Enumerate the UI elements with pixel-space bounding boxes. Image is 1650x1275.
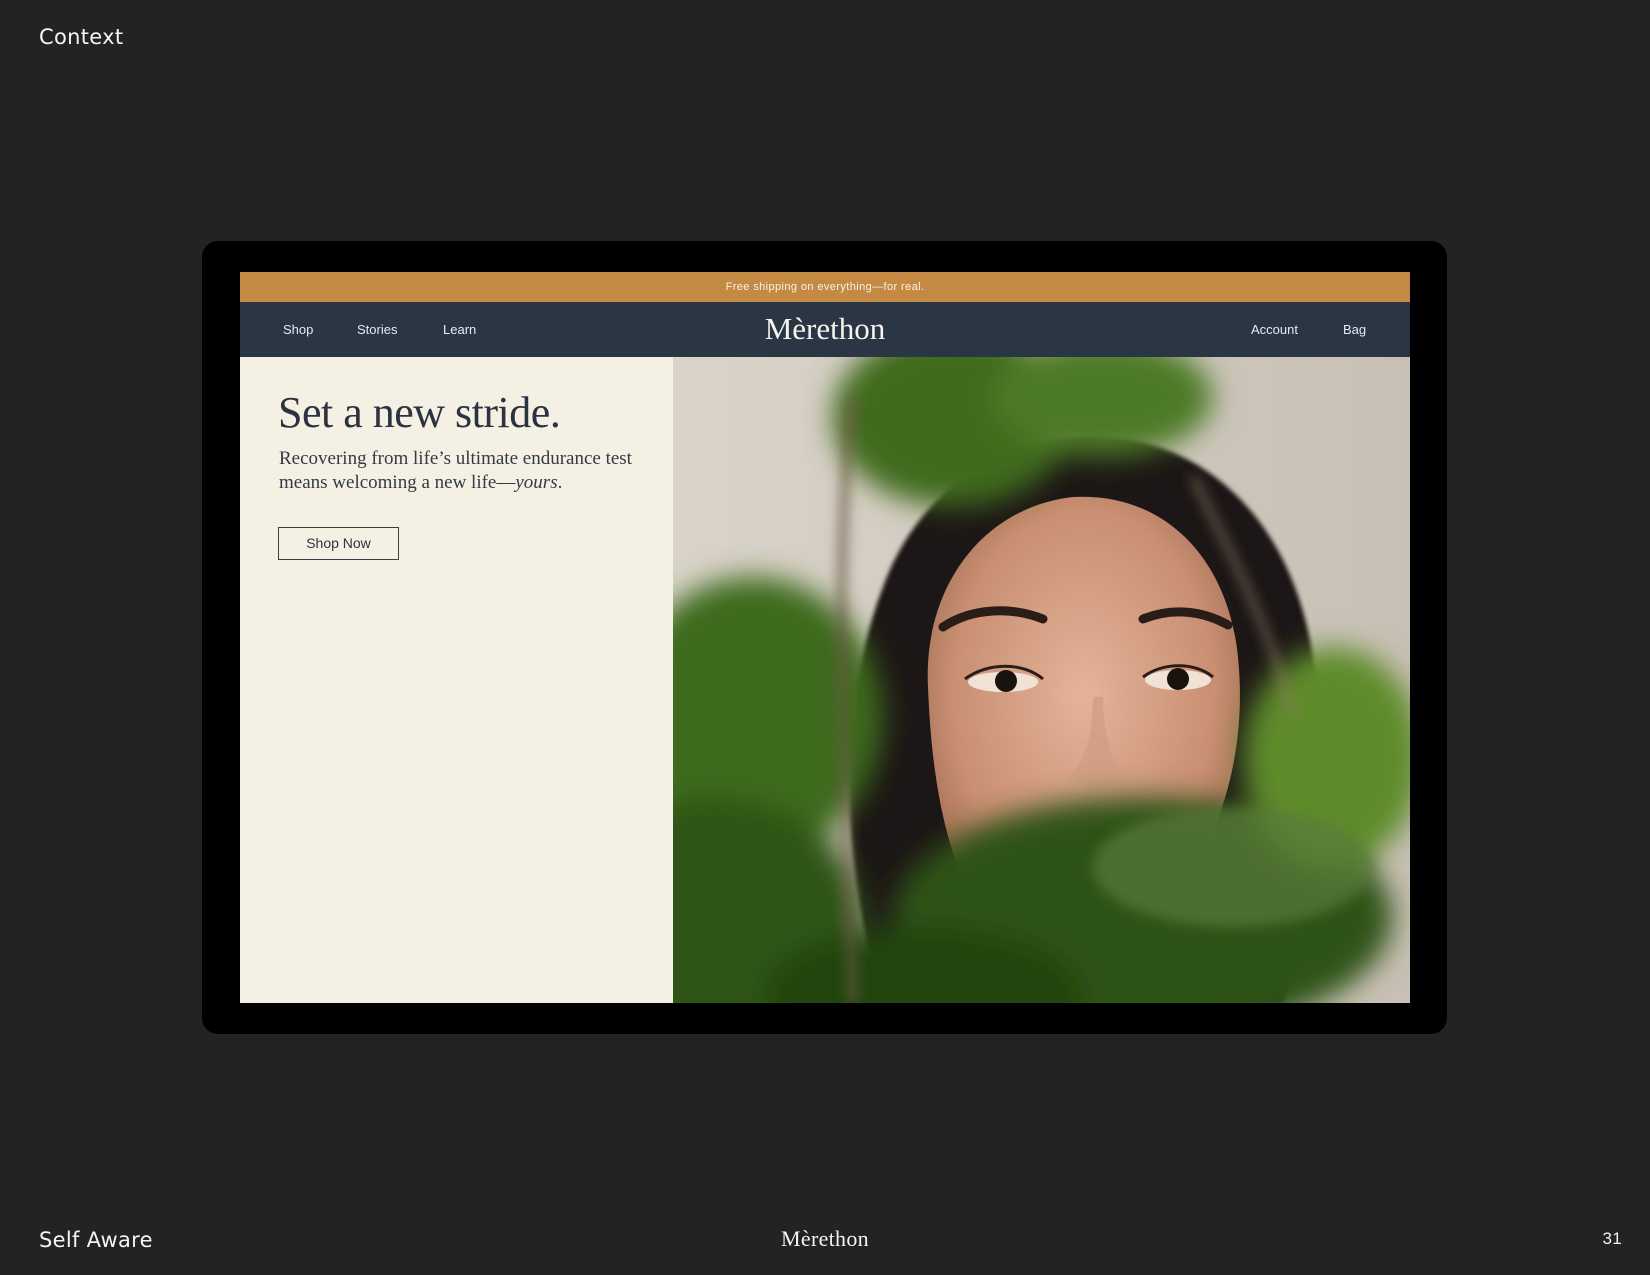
hero-title: Set a new stride. xyxy=(278,388,561,437)
nav-stories[interactable]: Stories xyxy=(357,322,397,337)
hero-copy-lead: Recovering from life’s ultimate enduranc… xyxy=(279,448,632,493)
shop-now-button[interactable]: Shop Now xyxy=(278,527,399,560)
nav-learn[interactable]: Learn xyxy=(443,322,476,337)
page-number: 31 xyxy=(1602,1229,1622,1248)
hero-copy-end: . xyxy=(557,472,563,493)
hero-copy-italic: yours xyxy=(515,472,558,493)
hero-image xyxy=(673,357,1410,1003)
website-screen: Free shipping on everything—for real. Sh… xyxy=(240,272,1410,1003)
brand-wordmark-wrap: Mèrethon xyxy=(240,311,1410,347)
nav-account[interactable]: Account xyxy=(1251,322,1298,337)
portrait-illustration xyxy=(673,357,1410,1003)
site-nav: Shop Stories Learn Mèrethon Account Bag xyxy=(240,302,1410,357)
footer-brand: Mèrethon xyxy=(781,1226,869,1251)
nav-shop[interactable]: Shop xyxy=(283,322,313,337)
device-frame: Free shipping on everything—for real. Sh… xyxy=(202,241,1447,1034)
section-title: Context xyxy=(39,25,124,49)
brand-logo[interactable]: Mèrethon xyxy=(765,311,886,346)
nav-bag[interactable]: Bag xyxy=(1343,322,1366,337)
hero-copy: Recovering from life’s ultimate enduranc… xyxy=(279,447,649,495)
promo-banner: Free shipping on everything—for real. xyxy=(240,272,1410,302)
hero-text-panel: Set a new stride. Recovering from life’s… xyxy=(240,357,673,1003)
